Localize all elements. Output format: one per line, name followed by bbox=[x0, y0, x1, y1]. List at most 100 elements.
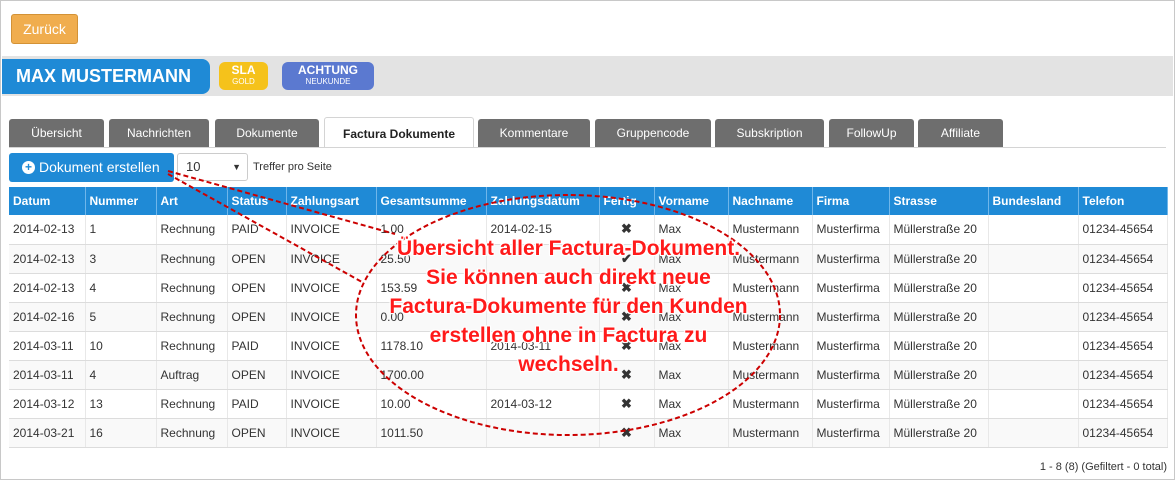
column-header[interactable]: Fertig bbox=[599, 187, 655, 215]
caret-down-icon: ▼ bbox=[232, 162, 241, 172]
table-cell: Rechnung bbox=[156, 244, 228, 274]
table-cell: Müllerstraße 20 bbox=[889, 302, 989, 332]
tab-dokumente[interactable]: Dokumente bbox=[215, 119, 319, 147]
column-header[interactable]: Zahlungsart bbox=[286, 187, 377, 215]
table-cell: PAID bbox=[227, 389, 287, 419]
table-cell: Rechnung bbox=[156, 273, 228, 303]
phone-link[interactable]: 01234-45654 bbox=[1078, 418, 1168, 448]
table-row[interactable]: 2014-03-12 13 Rechnung PAID INVOICE 10.00 2014… bbox=[9, 389, 1168, 419]
table-cell: 2014-03-11 bbox=[9, 360, 86, 390]
column-header[interactable]: Zahlungsdatum bbox=[486, 187, 600, 215]
table-cell: 2014-02-16 bbox=[9, 302, 86, 332]
table-summary: 1 - 8 (8) (Gefiltert - 0 total) bbox=[1039, 461, 1167, 473]
phone-link[interactable]: 01234-45654 bbox=[1078, 215, 1168, 245]
annotation-callout: Übersicht aller Factura-Dokument. Sie kö… bbox=[389, 237, 748, 376]
tab-affiliate[interactable]: Affiliate bbox=[918, 119, 1003, 147]
tab-subskription[interactable]: Subskription bbox=[715, 119, 824, 147]
tab-uebersicht[interactable]: Übersicht bbox=[9, 119, 104, 147]
column-header[interactable]: Telefon bbox=[1078, 187, 1168, 215]
table-cell: OPEN bbox=[227, 273, 287, 303]
phone-link[interactable]: 01234-45654 bbox=[1078, 360, 1168, 390]
create-document-button[interactable]: + Dokument erstellen bbox=[9, 153, 174, 182]
table-cell: INVOICE bbox=[286, 360, 377, 390]
table-cell: 10.00 bbox=[376, 389, 487, 419]
table-cell: 2014-03-11 bbox=[9, 331, 86, 361]
column-header[interactable]: Vorname bbox=[654, 187, 729, 215]
column-header[interactable]: Art bbox=[156, 187, 228, 215]
tab-divider bbox=[9, 147, 1166, 148]
table-cell: 2014-03-12 bbox=[9, 389, 86, 419]
phone-link[interactable]: 01234-45654 bbox=[1078, 389, 1168, 419]
table-cell: INVOICE bbox=[286, 302, 377, 332]
create-document-label: Dokument erstellen bbox=[39, 159, 160, 175]
table-cell: Müllerstraße 20 bbox=[889, 389, 989, 419]
sla-badge-title: SLA bbox=[231, 63, 256, 77]
tab-gruppencode[interactable]: Gruppencode bbox=[595, 119, 711, 147]
table-cell: Musterfirma bbox=[812, 302, 890, 332]
cross-icon: ✖ bbox=[599, 389, 655, 419]
column-header[interactable]: Nachname bbox=[728, 187, 813, 215]
table-cell: Auftrag bbox=[156, 360, 228, 390]
customer-name: MAX MUSTERMANN bbox=[2, 59, 210, 94]
column-header[interactable]: Strasse bbox=[889, 187, 989, 215]
table-cell: PAID bbox=[227, 331, 287, 361]
table-cell: Rechnung bbox=[156, 331, 228, 361]
table-cell bbox=[988, 418, 1079, 448]
table-cell bbox=[988, 215, 1079, 245]
column-header[interactable]: Nummer bbox=[85, 187, 157, 215]
phone-link[interactable]: 01234-45654 bbox=[1078, 302, 1168, 332]
page-size-select[interactable]: 10 ▼ bbox=[177, 153, 248, 181]
table-cell: Müllerstraße 20 bbox=[889, 215, 989, 245]
table-cell: 3 bbox=[85, 244, 157, 274]
column-header[interactable]: Datum bbox=[9, 187, 86, 215]
table-cell bbox=[486, 418, 600, 448]
table-cell: Musterfirma bbox=[812, 331, 890, 361]
sla-badge-level: GOLD bbox=[232, 77, 255, 86]
table-cell: Musterfirma bbox=[812, 418, 890, 448]
column-header[interactable]: Bundesland bbox=[988, 187, 1079, 215]
table-cell: Mustermann bbox=[728, 418, 813, 448]
table-cell: Rechnung bbox=[156, 389, 228, 419]
table-cell bbox=[988, 360, 1079, 390]
table-cell: Müllerstraße 20 bbox=[889, 360, 989, 390]
tab-followup[interactable]: FollowUp bbox=[829, 119, 914, 147]
column-header[interactable]: Gesamtsumme bbox=[376, 187, 487, 215]
warning-badge-title: ACHTUNG bbox=[298, 63, 358, 77]
phone-link[interactable]: 01234-45654 bbox=[1078, 273, 1168, 303]
cross-icon: ✖ bbox=[599, 418, 655, 448]
table-cell: OPEN bbox=[227, 302, 287, 332]
table-cell: 4 bbox=[85, 360, 157, 390]
table-cell bbox=[988, 331, 1079, 361]
table-cell bbox=[988, 244, 1079, 274]
table-cell bbox=[988, 273, 1079, 303]
column-header[interactable]: Status bbox=[227, 187, 287, 215]
table-cell: OPEN bbox=[227, 244, 287, 274]
table-cell: INVOICE bbox=[286, 389, 377, 419]
table-cell: INVOICE bbox=[286, 418, 377, 448]
table-cell: Müllerstraße 20 bbox=[889, 331, 989, 361]
table-cell: Müllerstraße 20 bbox=[889, 244, 989, 274]
page-size-value: 10 bbox=[186, 159, 201, 174]
table-cell: Musterfirma bbox=[812, 215, 890, 245]
phone-link[interactable]: 01234-45654 bbox=[1078, 244, 1168, 274]
warning-badge-sub: NEUKUNDE bbox=[305, 77, 351, 86]
table-cell: OPEN bbox=[227, 418, 287, 448]
tab-factura-dokumente[interactable]: Factura Dokumente bbox=[324, 117, 474, 147]
back-button[interactable]: Zurück bbox=[11, 14, 78, 44]
table-cell: 13 bbox=[85, 389, 157, 419]
table-cell: INVOICE bbox=[286, 244, 377, 274]
table-row[interactable]: 2014-03-21 16 Rechnung OPEN INVOICE 1011.50 ✖ M… bbox=[9, 418, 1168, 448]
table-cell: Musterfirma bbox=[812, 360, 890, 390]
column-header[interactable]: Firma bbox=[812, 187, 890, 215]
table-cell: 2014-02-13 bbox=[9, 215, 86, 245]
table-cell: 2014-03-21 bbox=[9, 418, 86, 448]
phone-link[interactable]: 01234-45654 bbox=[1078, 331, 1168, 361]
table-header-row: Datum Nummer Art Status Zahlungsart Gesamtsum… bbox=[9, 187, 1168, 215]
table-cell: 1 bbox=[85, 215, 157, 245]
tab-kommentare[interactable]: Kommentare bbox=[478, 119, 590, 147]
plus-circle-icon: + bbox=[22, 161, 35, 174]
tab-nachrichten[interactable]: Nachrichten bbox=[109, 119, 209, 147]
table-cell: Max bbox=[654, 389, 729, 419]
table-cell: Müllerstraße 20 bbox=[889, 273, 989, 303]
table-cell: Musterfirma bbox=[812, 389, 890, 419]
